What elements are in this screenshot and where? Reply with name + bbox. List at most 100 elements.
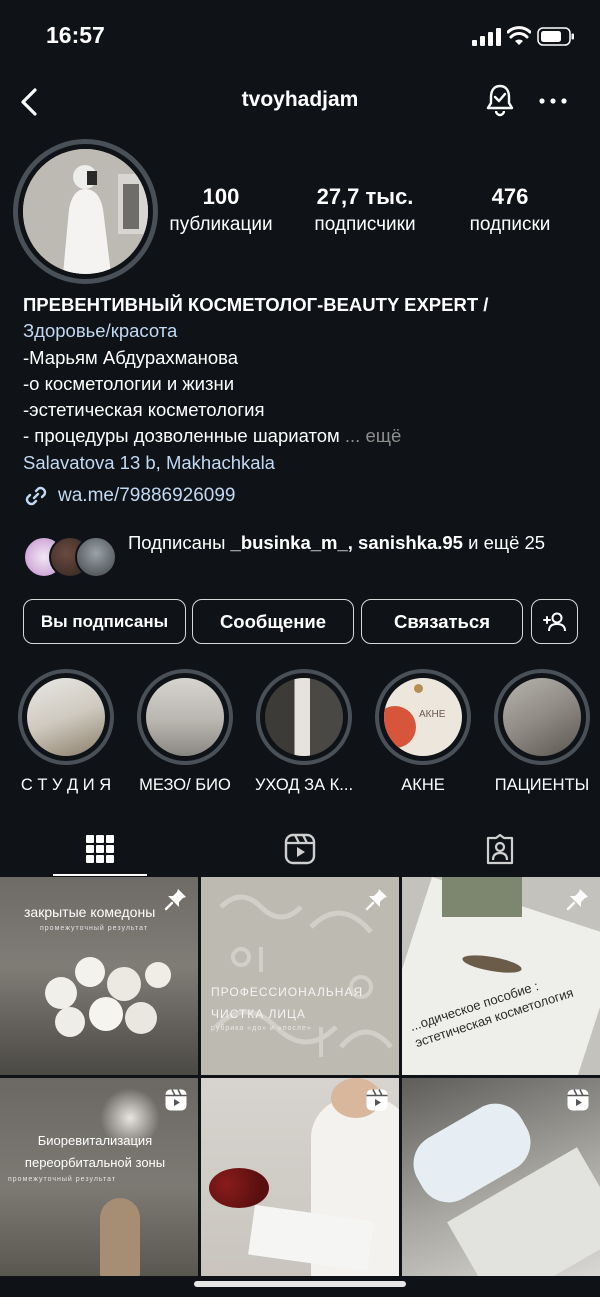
pin-icon	[164, 889, 186, 911]
following-label: подписки	[469, 214, 551, 235]
post-title: закрытые комедоны	[24, 904, 156, 920]
highlight-mezo-bio[interactable]: МЕЗО/ БИО	[130, 669, 240, 795]
profile-bio: ПРЕВЕНТИВНЫЙ КОСМЕТОЛОГ-BEAUTY EXPERT / …	[23, 292, 583, 476]
highlight-label: С Т У Д И Я	[20, 776, 112, 794]
post-subtitle: рубрика «до» и «после»	[211, 1025, 312, 1032]
post-tile[interactable]: закрытые комедоны промежуточный результа…	[0, 877, 198, 1075]
posts-count: 100	[202, 184, 240, 209]
followed-by-user[interactable]: _businka_m_	[231, 532, 348, 553]
highlight-image	[146, 678, 224, 756]
followed-by-suffix: и ещё 25	[462, 532, 546, 553]
status-time: 16:57	[46, 22, 105, 48]
grid-icon	[86, 835, 114, 863]
rose-flowers	[209, 1168, 269, 1208]
followers-count: 27,7 тыс.	[316, 184, 414, 209]
flower	[55, 1007, 85, 1037]
followed-by-user[interactable]: sanishka.95	[358, 532, 463, 553]
profile-header: tvoyhadjam	[0, 76, 600, 128]
following-count: 476	[491, 184, 529, 209]
stat-posts[interactable]: 100 публикации	[160, 184, 282, 236]
bio-more-link[interactable]: ... ещё	[345, 425, 401, 446]
flower	[145, 962, 171, 988]
highlight-image	[27, 678, 105, 756]
bio-link-text: wa.me/79886926099	[58, 485, 236, 506]
bio-location[interactable]: Salavatova 13 b, Makhachkala	[23, 450, 583, 476]
followed-by[interactable]: Подписаны _businka_m_, sanishka.95 и ещё…	[23, 530, 583, 590]
highlight-label: МЕЗО/ БИО	[139, 776, 231, 794]
bio-line: -Марьям Абдурахманова	[23, 346, 239, 368]
following-button[interactable]: Вы подписаны	[23, 599, 186, 644]
message-button[interactable]: Сообщение	[192, 599, 354, 644]
cellular-signal-icon	[472, 28, 501, 46]
post-tile[interactable]	[201, 1078, 399, 1276]
bio-line-last: - процедуры дозволенные шариатом ... ещё	[23, 423, 583, 449]
follower-avatar	[75, 536, 117, 578]
followed-by-separator: ,	[347, 532, 359, 553]
post-title: Биоревитализация переорбитальной зоны	[24, 1133, 166, 1170]
stat-following[interactable]: 476 подписки	[458, 184, 562, 236]
vase	[100, 1198, 140, 1276]
reel-icon	[165, 1089, 187, 1111]
post-title: ПРОФЕССИОНАЛЬНАЯ ЧИСТКА ЛИЦА	[211, 985, 364, 1021]
posts-grid: закрытые комедоны промежуточный результа…	[0, 877, 600, 1297]
highlight-skincare[interactable]: УХОД ЗА К...	[249, 669, 359, 795]
home-indicator[interactable]	[194, 1281, 406, 1287]
highlight-acne[interactable]: АКНЕ АКНЕ	[368, 669, 478, 795]
add-user-icon	[542, 612, 566, 631]
post-subtitle: промежуточный результат	[40, 925, 149, 932]
post-tile[interactable]: ПРОФЕССИОНАЛЬНАЯ ЧИСТКА ЛИЦА рубрика «до…	[201, 877, 399, 1075]
highlight-image	[503, 678, 581, 756]
notifications-bell-icon[interactable]	[484, 82, 516, 118]
bio-line: -эстетическая косметология	[23, 399, 265, 421]
bio-name: ПРЕВЕНТИВНЫЙ КОСМЕТОЛОГ-BEAUTY EXPERT /	[23, 294, 489, 315]
highlight-ring: АКНЕ	[375, 669, 471, 765]
tab-tagged[interactable]	[400, 822, 600, 876]
highlight-image	[265, 678, 343, 756]
avatar-image	[23, 149, 148, 274]
acne-dot	[414, 684, 423, 693]
profile-avatar[interactable]	[13, 139, 158, 284]
highlight-studio[interactable]: С Т У Д И Я	[11, 669, 121, 795]
status-bar: 16:57	[0, 0, 600, 72]
reels-icon	[284, 833, 316, 865]
bio-line: -о косметологии и жизни	[23, 372, 235, 394]
flower	[125, 1002, 157, 1034]
suggested-users-button[interactable]	[531, 599, 578, 644]
flower	[45, 977, 77, 1009]
flower	[75, 957, 105, 987]
highlight-label: УХОД ЗА К...	[254, 776, 354, 794]
highlight-ring	[137, 669, 233, 765]
contact-button[interactable]: Связаться	[361, 599, 523, 644]
flower	[107, 967, 141, 1001]
highlight-ring	[18, 669, 114, 765]
followers-label: подписчики	[314, 214, 416, 235]
highlight-patients[interactable]: ПАЦИЕНТЫ	[487, 669, 597, 795]
stat-followers[interactable]: 27,7 тыс. подписчики	[300, 184, 430, 236]
battery-icon	[537, 27, 574, 46]
tab-reels[interactable]	[200, 822, 400, 876]
highlight-label: АКНЕ	[401, 776, 445, 794]
flowers	[45, 957, 175, 1057]
post-tile[interactable]: Биоревитализация переорбитальной зоны пр…	[0, 1078, 198, 1276]
reel-icon	[366, 1089, 388, 1111]
bio-line: - процедуры дозволенные шариатом	[23, 425, 340, 447]
pin-icon	[566, 889, 588, 911]
tab-posts-grid[interactable]	[0, 822, 200, 876]
highlight-label: ПАЦИЕНТЫ	[494, 776, 590, 794]
bio-category[interactable]: Здоровье/красота	[23, 318, 583, 344]
post-tile[interactable]	[402, 1078, 600, 1276]
active-tab-indicator	[53, 874, 147, 876]
bio-link[interactable]: wa.me/79886926099	[23, 482, 235, 510]
followed-by-avatars	[23, 536, 119, 578]
highlight-ring	[494, 669, 590, 765]
story-highlights: С Т У Д И Я МЕЗО/ БИО УХОД ЗА К... АКНЕ …	[0, 669, 600, 799]
highlight-image: АКНЕ	[384, 678, 462, 756]
more-options-icon[interactable]	[538, 96, 568, 106]
tagged-icon	[486, 833, 514, 865]
post-tile[interactable]: ...одическое пособие : эстетическая косм…	[402, 877, 600, 1075]
followed-by-text: Подписаны _businka_m_, sanishka.95 и ещё…	[128, 530, 583, 556]
book-accent	[442, 877, 522, 917]
posts-label: публикации	[169, 214, 273, 235]
flower	[89, 997, 123, 1031]
acne-shape	[384, 706, 416, 748]
